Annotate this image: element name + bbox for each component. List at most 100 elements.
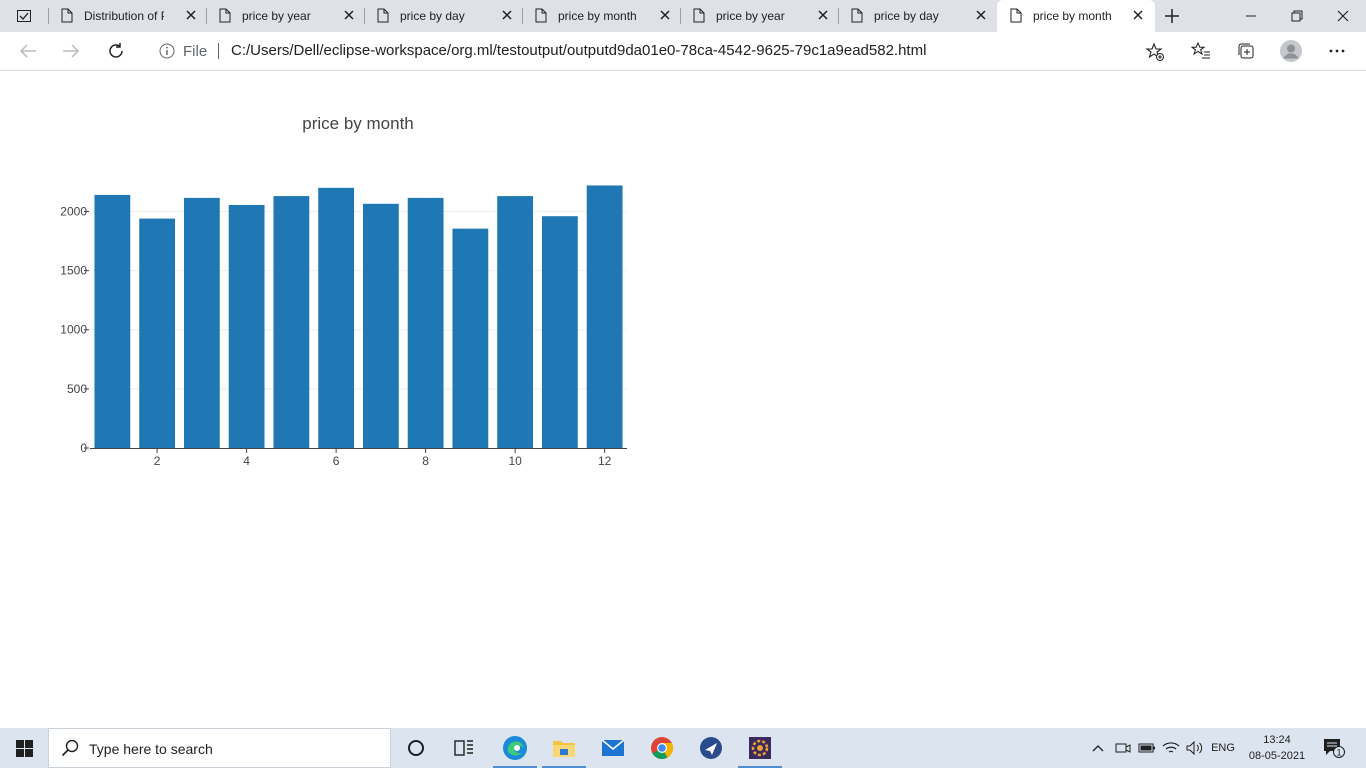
bar-month-11[interactable]	[541, 216, 578, 448]
search-icon	[61, 739, 79, 762]
bar-month-5[interactable]	[273, 196, 310, 448]
file-explorer-icon[interactable]	[540, 728, 588, 768]
edge-browser-icon[interactable]	[491, 728, 539, 768]
tab-label: price by day	[874, 9, 939, 23]
bar-month-8[interactable]	[407, 197, 444, 448]
tab-label: price by month	[558, 9, 637, 23]
close-tab-icon[interactable]	[658, 8, 672, 22]
chart-title: price by month	[302, 114, 414, 133]
browser-toolbar: File C:/Users/Dell/eclipse-workspace/org…	[0, 32, 1366, 71]
notification-count: 1	[1336, 748, 1341, 758]
x-tick-label: 12	[598, 454, 612, 468]
wifi-icon[interactable]	[1160, 728, 1182, 768]
close-tab-icon[interactable]	[500, 8, 514, 22]
windows-start-icon[interactable]	[0, 728, 48, 768]
y-tick-label: 0	[80, 441, 87, 455]
bar-month-4[interactable]	[228, 204, 265, 448]
tab-strip: Distribution of Pri price by year price …	[0, 0, 1366, 32]
profile-avatar-icon[interactable]	[1280, 40, 1302, 62]
chrome-icon[interactable]	[638, 728, 686, 768]
page-icon	[61, 8, 73, 26]
tab-7-active[interactable]: price by month	[997, 0, 1155, 32]
clock-date: 08-05-2021	[1248, 750, 1306, 762]
tab-separator	[48, 8, 49, 24]
address-separator	[218, 43, 219, 59]
taskbar-search-box[interactable]: Type here to search	[48, 728, 391, 768]
tab-separator	[206, 8, 207, 24]
bar-month-7[interactable]	[362, 203, 399, 448]
tab-label: price by year	[716, 9, 785, 23]
mail-icon[interactable]	[589, 728, 637, 768]
y-tick-label: 1000	[60, 323, 87, 337]
clock-time: 13:24	[1263, 734, 1291, 746]
url-text[interactable]: C:/Users/Dell/eclipse-workspace/org.ml/t…	[231, 42, 926, 59]
bar-month-1[interactable]	[94, 194, 131, 448]
page-icon	[851, 8, 863, 26]
input-language-indicator[interactable]: ENG	[1207, 728, 1239, 768]
address-bar[interactable]: File C:/Users/Dell/eclipse-workspace/org…	[145, 36, 1175, 66]
back-arrow-icon[interactable]	[17, 40, 39, 62]
tab-label: Distribution of Pri	[84, 9, 164, 23]
collections-icon[interactable]	[1235, 40, 1257, 62]
close-tab-icon[interactable]	[342, 8, 356, 22]
x-tick-label: 2	[154, 454, 161, 468]
meet-now-icon[interactable]	[1112, 728, 1134, 768]
bar-month-6[interactable]	[318, 187, 355, 448]
forward-arrow-icon[interactable]	[60, 40, 82, 62]
tab-5[interactable]: price by year	[680, 0, 838, 32]
y-tick-label: 1500	[60, 264, 87, 278]
more-options-icon[interactable]	[1326, 40, 1348, 62]
info-icon[interactable]	[159, 43, 175, 64]
tab-separator	[364, 8, 365, 24]
tab-actions-menu-icon[interactable]	[9, 6, 39, 26]
taskbar: Type here to search ENG 13:24 08-05-2021	[0, 728, 1366, 768]
x-axis-ticks: 2 4 6 8 10 12	[154, 448, 612, 468]
close-tab-icon[interactable]	[816, 8, 830, 22]
tab-label: price by day	[400, 9, 465, 23]
task-view-icon[interactable]	[440, 728, 488, 768]
close-tab-icon[interactable]	[974, 8, 988, 22]
tab-3[interactable]: price by day	[364, 0, 522, 32]
y-tick-label: 2000	[60, 204, 87, 218]
restore-icon[interactable]	[1274, 0, 1320, 32]
x-tick-label: 8	[422, 454, 429, 468]
tab-2[interactable]: price by year	[206, 0, 364, 32]
tab-1[interactable]: Distribution of Pri	[48, 0, 206, 32]
refresh-icon[interactable]	[105, 40, 127, 62]
x-tick-label: 4	[243, 454, 250, 468]
bar-month-10[interactable]	[497, 196, 534, 448]
eclipse-app-icon[interactable]	[687, 728, 735, 768]
java-app-icon[interactable]	[736, 728, 784, 768]
page-icon	[693, 8, 705, 26]
y-tick-label: 500	[67, 382, 87, 396]
cortana-icon[interactable]	[392, 728, 440, 768]
tab-separator	[680, 8, 681, 24]
add-favorite-icon[interactable]	[1145, 42, 1165, 67]
y-axis-ticks: 0 500 1000 1500 2000	[60, 204, 89, 455]
minimize-icon[interactable]	[1228, 0, 1274, 32]
bar-month-2[interactable]	[139, 218, 176, 448]
window-close-icon[interactable]	[1320, 0, 1366, 32]
notifications-icon[interactable]: 1	[1318, 728, 1350, 768]
tab-label: price by year	[242, 9, 311, 23]
system-clock[interactable]: 13:24 08-05-2021	[1242, 732, 1312, 764]
page-icon	[219, 8, 231, 26]
bar-month-3[interactable]	[183, 197, 220, 448]
x-tick-label: 6	[333, 454, 340, 468]
favorites-icon[interactable]	[1190, 40, 1212, 62]
bar-month-12[interactable]	[586, 185, 623, 448]
tab-separator	[522, 8, 523, 24]
tab-4[interactable]: price by month	[522, 0, 680, 32]
new-tab-plus-icon[interactable]	[1163, 7, 1181, 25]
file-scheme-label: File	[183, 43, 208, 60]
show-hidden-icons-chevron-icon[interactable]	[1088, 728, 1108, 768]
close-tab-icon[interactable]	[184, 8, 198, 22]
page-icon	[377, 8, 389, 26]
volume-icon[interactable]	[1184, 728, 1206, 768]
page-content: price by month 2 4 6 8 10 12 0 500 1000 1500 2000	[0, 71, 1366, 728]
battery-icon[interactable]	[1136, 728, 1158, 768]
tab-6[interactable]: price by day	[838, 0, 996, 32]
close-tab-icon[interactable]	[1131, 8, 1145, 22]
search-placeholder: Type here to search	[89, 741, 213, 757]
bar-month-9[interactable]	[452, 228, 489, 448]
